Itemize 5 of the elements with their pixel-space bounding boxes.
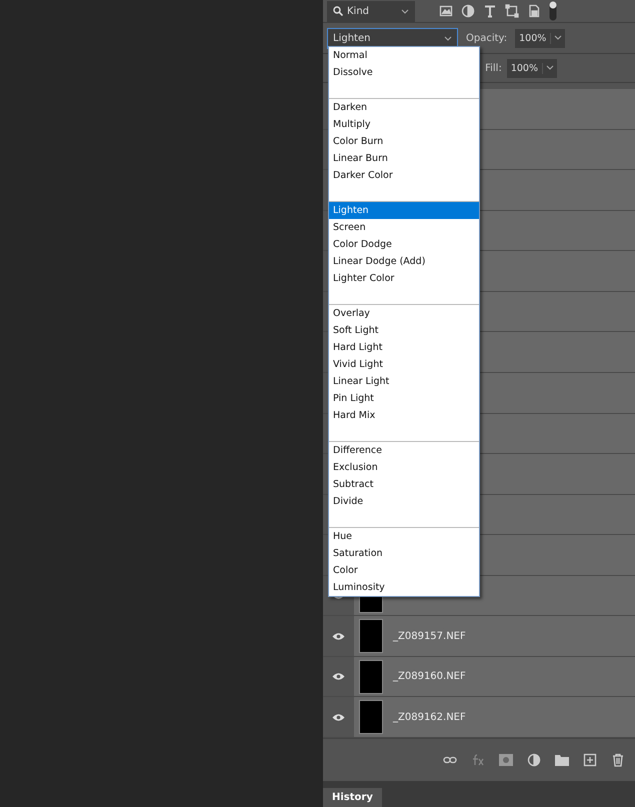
layer-name: _Z089160.NEF (393, 671, 466, 682)
layer-name: _Z089162.NEF (393, 712, 466, 723)
layer-name: _Z089157.NEF (393, 630, 466, 642)
opacity-label: Opacity: (466, 32, 508, 44)
fill-label: Fill: (485, 62, 502, 74)
